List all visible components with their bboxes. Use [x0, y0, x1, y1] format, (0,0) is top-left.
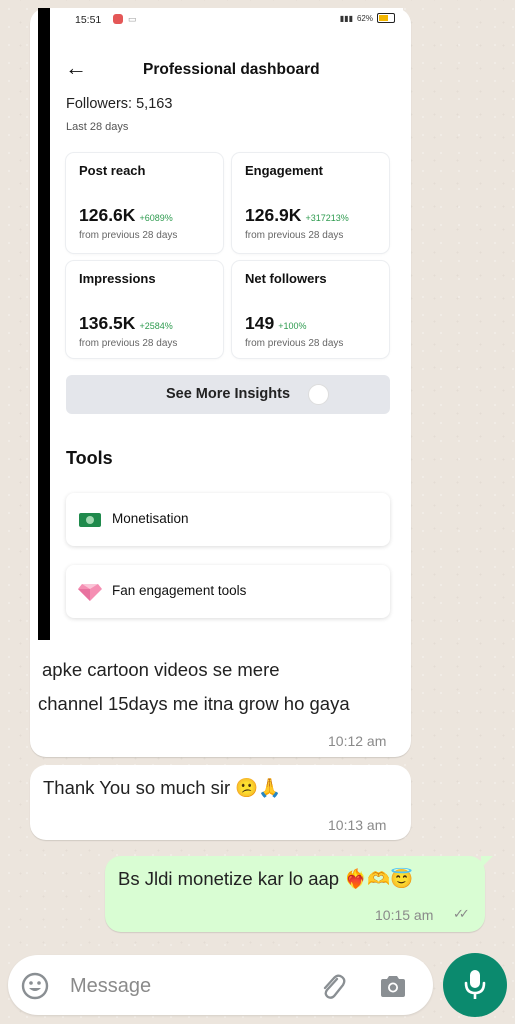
- metric-sub: from previous 28 days: [245, 338, 344, 349]
- message-text-line: channel 15days me itna grow ho gaya: [38, 693, 350, 714]
- message-text-line: apke cartoon videos se mere: [42, 659, 280, 680]
- mic-icon: [464, 970, 486, 999]
- back-arrow-icon: ←: [65, 55, 87, 80]
- read-receipt-icon: ✓✓: [453, 906, 470, 921]
- metric-sub: from previous 28 days: [245, 230, 344, 241]
- message-timestamp: 10:15 am: [375, 907, 434, 923]
- page-title: Professional dashboard: [143, 61, 320, 78]
- status-indicators: ▮▮▮ 62%: [340, 13, 395, 23]
- outgoing-message-bubble[interactable]: Bs Jldi monetize kar lo aap ❤️‍🔥🫶😇 10:15…: [105, 856, 493, 932]
- diamond-icon: [78, 584, 102, 601]
- metric-number: 126.6K: [79, 205, 136, 225]
- metric-label: Engagement: [245, 163, 324, 178]
- screenshot-edge: [38, 8, 50, 640]
- metric-card-net-followers: Net followers 149 +100% from previous 28 …: [232, 261, 389, 358]
- message-composer: [8, 955, 433, 1015]
- metric-value: 126.6K +6089%: [79, 205, 173, 226]
- metric-label: Net followers: [245, 271, 327, 286]
- tool-monetisation: Monetisation: [66, 493, 390, 546]
- metric-card-engagement: Engagement 126.9K +317213% from previous …: [232, 153, 389, 253]
- dashboard-header: ← Professional dashboard: [50, 38, 403, 94]
- message-timestamp: 10:12 am: [328, 733, 387, 749]
- tool-label: Fan engagement tools: [112, 583, 247, 598]
- followers-period: Last 28 days: [66, 121, 129, 133]
- message-input[interactable]: [68, 968, 302, 1004]
- signal-icon: ▮▮▮: [339, 13, 353, 23]
- message-timestamp: 10:13 am: [328, 817, 387, 833]
- loading-spinner-icon: [308, 384, 329, 405]
- tools-heading: Tools: [66, 448, 113, 468]
- metric-label: Impressions: [79, 271, 156, 286]
- metric-number: 149: [245, 313, 275, 333]
- tool-fan-engagement: Fan engagement tools: [66, 565, 390, 618]
- notification-icon: [113, 14, 123, 24]
- metric-change: +100%: [278, 321, 307, 331]
- metric-value: 126.9K +317213%: [245, 205, 349, 226]
- camera-icon[interactable]: [378, 972, 408, 1000]
- status-time: 15:51: [75, 14, 102, 26]
- metric-change: +2584%: [139, 321, 173, 331]
- message-text: Thank You so much sir 😕🙏: [43, 777, 282, 798]
- metric-label: Post reach: [79, 163, 146, 178]
- money-icon: [79, 513, 101, 527]
- battery-percent: 62%: [356, 13, 373, 23]
- metric-card-post-reach: Post reach 126.6K +6089% from previous 28…: [66, 153, 223, 253]
- message-text: Bs Jldi monetize kar lo aap ❤️‍🔥🫶😇: [118, 868, 414, 889]
- metric-value: 136.5K +2584%: [79, 313, 173, 334]
- metric-card-impressions: Impressions 136.5K +2584% from previous 2…: [66, 261, 223, 358]
- see-more-insights-button: See More Insights: [66, 375, 390, 414]
- status-bar: 15:51 ▭ ▮▮▮ 62%: [50, 8, 403, 34]
- followers-count: Followers: 5,163: [66, 96, 173, 112]
- metric-sub: from previous 28 days: [79, 338, 178, 349]
- voice-record-button[interactable]: [443, 953, 507, 1017]
- metric-value: 149 +100%: [245, 313, 306, 334]
- incoming-message-bubble[interactable]: Thank You so much sir 😕🙏 10:13 am: [30, 765, 411, 840]
- screenshot-content: 15:51 ▭ ▮▮▮ 62% ← Professional dashboard…: [50, 8, 403, 640]
- metric-change: +317213%: [305, 213, 349, 223]
- attachment-icon[interactable]: [318, 971, 346, 1001]
- battery-icon: [377, 13, 395, 23]
- metric-number: 126.9K: [245, 205, 302, 225]
- insights-label: See More Insights: [165, 386, 291, 402]
- metric-sub: from previous 28 days: [79, 230, 178, 241]
- attached-screenshot[interactable]: 15:51 ▭ ▮▮▮ 62% ← Professional dashboard…: [38, 8, 403, 640]
- tool-label: Monetisation: [112, 511, 189, 526]
- metric-number: 136.5K: [79, 313, 136, 333]
- metric-change: +6089%: [139, 213, 173, 223]
- emoji-icon[interactable]: [20, 971, 50, 1001]
- message-notification-icon: ▭: [128, 14, 137, 24]
